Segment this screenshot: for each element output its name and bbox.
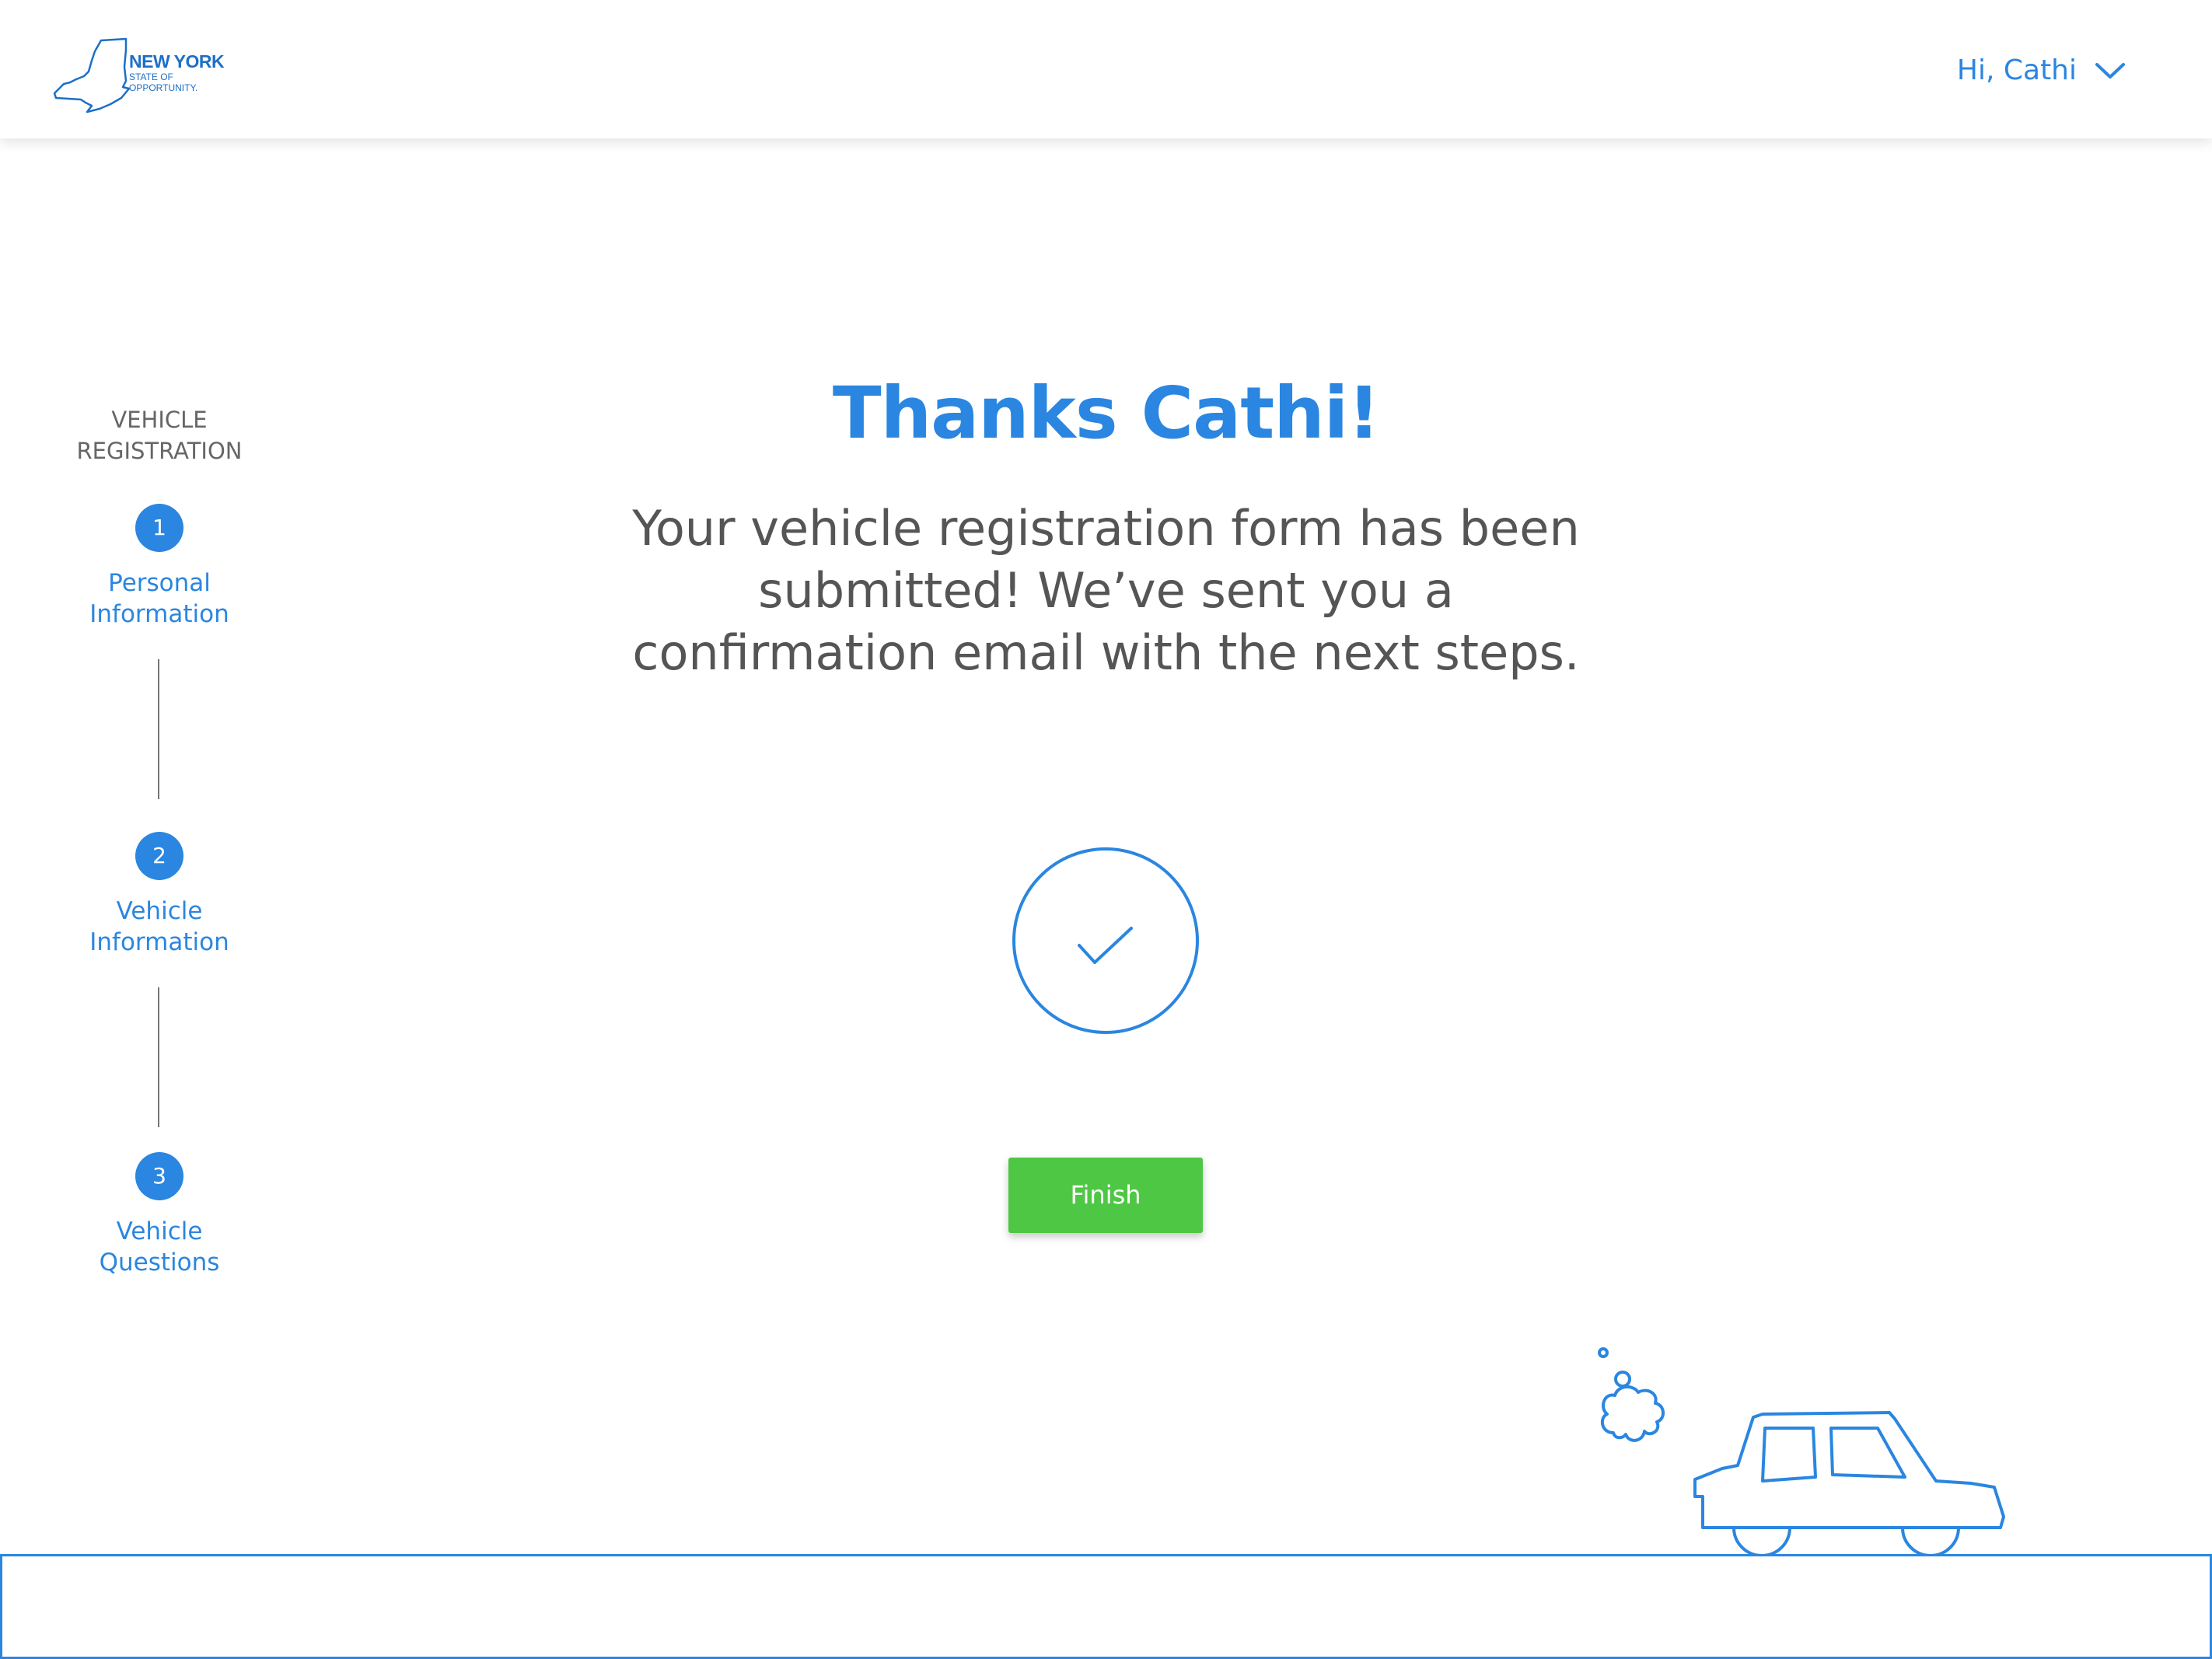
- page: NEW YORK STATE OF OPPORTUNITY. Hi, Cathi…: [0, 0, 2212, 1659]
- step-number-badge: 3: [135, 1152, 183, 1200]
- step-personal-information[interactable]: 1 Personal Information: [43, 504, 276, 630]
- checkmark-circle-icon: [1012, 847, 1199, 1034]
- step-label: Personal Information: [89, 569, 229, 628]
- logo-wordmark: NEW YORK STATE OF OPPORTUNITY.: [129, 51, 225, 93]
- step-number-badge: 1: [135, 504, 183, 552]
- step-number-badge: 2: [135, 832, 183, 880]
- finish-button[interactable]: Finish: [1008, 1158, 1203, 1233]
- logo-line-new-york: NEW YORK: [129, 51, 225, 72]
- step-label: Vehicle Questions: [99, 1217, 220, 1277]
- logo-line-opportunity: OPPORTUNITY.: [129, 82, 198, 93]
- logo-line-state-of: STATE OF: [129, 72, 173, 82]
- new-york-state-outline-icon: [53, 37, 131, 114]
- confirmation-message: Your vehicle registration form has been …: [632, 500, 1580, 681]
- step-vehicle-questions[interactable]: 3 Vehicle Questions: [43, 1152, 276, 1278]
- step-vehicle-information[interactable]: 2 Vehicle Information: [43, 832, 276, 958]
- user-menu[interactable]: Hi, Cathi: [1957, 54, 2126, 86]
- step-connector: [158, 987, 159, 1127]
- step-connector: [158, 659, 159, 799]
- footer-bar: [0, 1554, 2212, 1659]
- user-greeting[interactable]: Hi, Cathi: [1957, 54, 2077, 86]
- confirmation-title: Thanks Cathi!: [832, 372, 1380, 455]
- top-header: NEW YORK STATE OF OPPORTUNITY. Hi, Cathi: [0, 0, 2212, 138]
- new-york-state-logo[interactable]: NEW YORK STATE OF OPPORTUNITY.: [53, 37, 239, 123]
- car-with-exhaust-icon: [1598, 1347, 2005, 1557]
- step-label: Vehicle Information: [89, 897, 229, 956]
- chevron-down-icon[interactable]: [2094, 60, 2126, 82]
